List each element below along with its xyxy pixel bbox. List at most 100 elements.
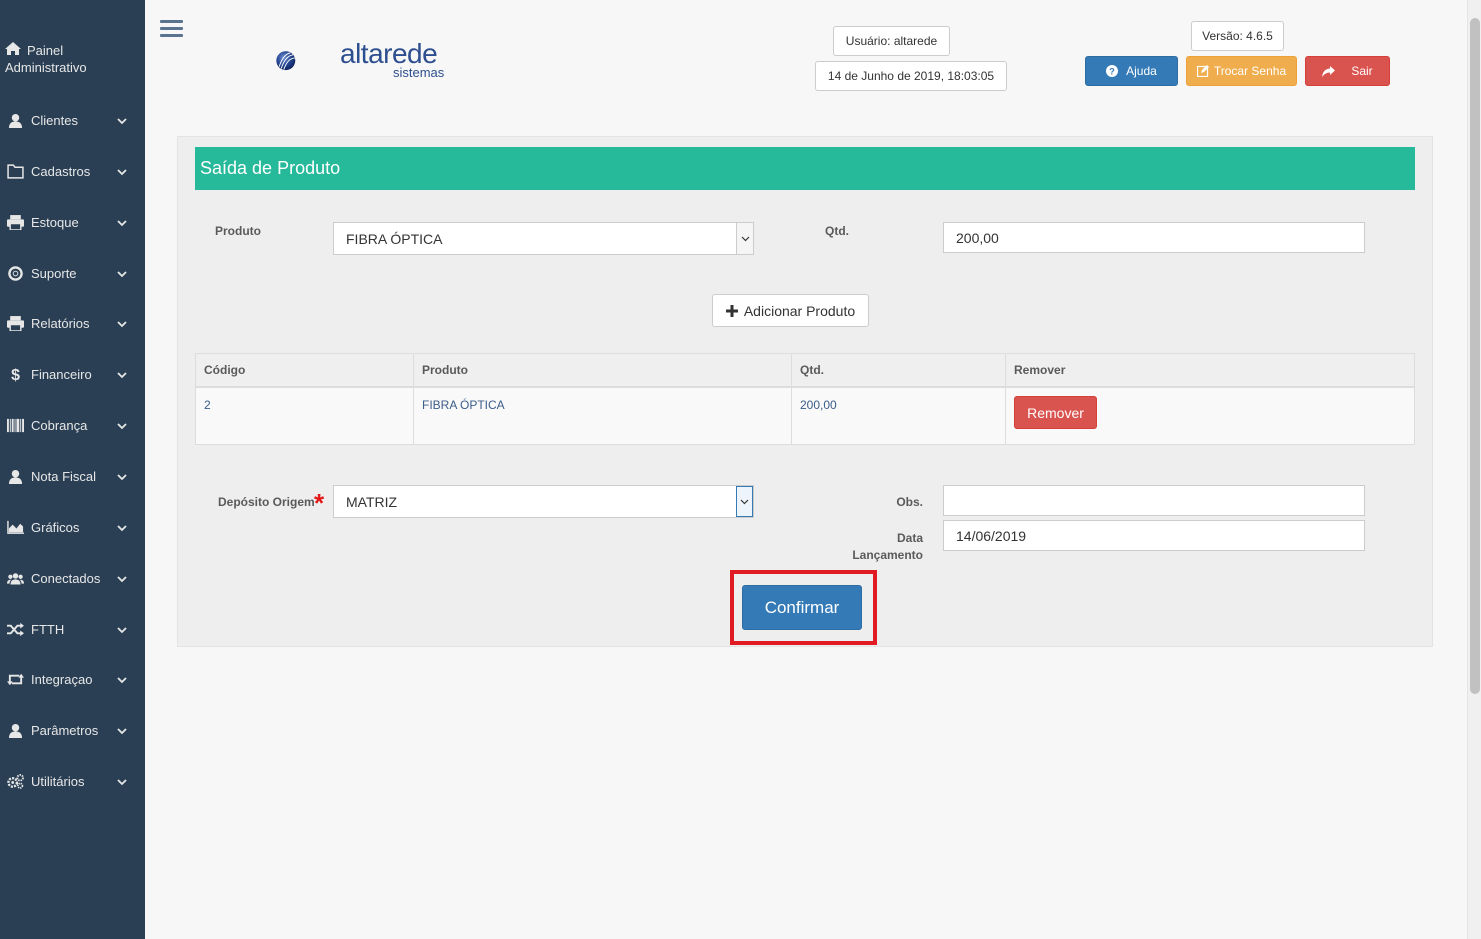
chevron-down-icon — [117, 367, 127, 382]
chevron-down-icon — [117, 520, 127, 535]
add-product-label: Adicionar Produto — [743, 302, 856, 319]
sidebar-item-label: Cobrança — [31, 417, 88, 433]
logo-text: altarede — [340, 38, 438, 69]
confirm-button[interactable]: Confirmar — [742, 585, 862, 630]
deposit-select[interactable]: MATRIZ — [333, 485, 754, 518]
sidebar-item-label: Financeiro — [31, 366, 92, 382]
svg-text:$: $ — [11, 367, 20, 382]
product-select-value: FIBRA ÓPTICA — [346, 230, 443, 247]
table-row: 2 FIBRA ÓPTICA 200,00 Remover — [196, 388, 1414, 444]
sidebar-item-financeiro[interactable]: $ Financeiro — [0, 359, 145, 389]
logout-button[interactable]: Sair — [1305, 56, 1390, 86]
scrollbar-thumb[interactable] — [1470, 18, 1480, 694]
chevron-down-icon — [117, 266, 127, 281]
user-icon — [5, 469, 25, 484]
sidebar-item-parametros[interactable]: Parâmetros — [0, 715, 145, 745]
chevron-down-icon — [117, 672, 127, 687]
date-label-line-2: Lançamento — [852, 548, 923, 562]
sidebar-item-suporte[interactable]: Suporte — [0, 258, 145, 288]
cell-codigo: 2 — [196, 388, 414, 444]
sidebar-item-clientes[interactable]: Clientes — [0, 105, 145, 135]
cell-produto: FIBRA ÓPTICA — [414, 388, 792, 444]
chevron-down-icon — [117, 215, 127, 230]
obs-input[interactable] — [943, 485, 1365, 516]
chevron-down-icon — [736, 223, 753, 254]
sidebar-item-relatorios[interactable]: Relatórios — [0, 308, 145, 338]
sidebar-item-label: Parâmetros — [31, 722, 99, 738]
sidebar-item-cobranca[interactable]: Cobrança — [0, 410, 145, 440]
chevron-down-icon — [736, 486, 753, 517]
sidebar-item-cadastros[interactable]: Cadastros — [0, 156, 145, 186]
chevron-down-icon — [117, 113, 127, 128]
help-button[interactable]: ? Ajuda — [1085, 56, 1178, 86]
retweet-icon — [5, 672, 25, 687]
user-icon — [5, 113, 25, 128]
chevron-down-icon — [117, 418, 127, 433]
sidebar-item-label: Suporte — [31, 265, 77, 281]
col-header-remover: Remover — [1014, 363, 1066, 377]
change-password-button[interactable]: Trocar Senha — [1186, 56, 1297, 86]
brand-line-1: Painel — [27, 43, 64, 58]
sidebar-item-conectados[interactable]: Conectados — [0, 563, 145, 593]
edit-icon — [1196, 65, 1209, 77]
user-badge: Usuário: altarede — [833, 26, 950, 56]
brand-line-2: Administrativo — [5, 60, 87, 75]
sidebar: Painel Administrativo Clientes Cadastros E… — [0, 0, 145, 939]
chevron-down-icon — [117, 774, 127, 789]
cogs-icon — [5, 773, 25, 789]
col-header-qtd: Qtd. — [792, 354, 1006, 386]
qty-input[interactable]: 200,00 — [943, 222, 1365, 253]
sidebar-item-label: Gráficos — [31, 519, 80, 535]
logo-subtitle: sistemas — [393, 65, 445, 80]
product-label: Produto — [215, 224, 261, 238]
print-icon — [5, 315, 25, 331]
remove-button[interactable]: Remover — [1014, 396, 1097, 429]
sidebar-item-ftth[interactable]: FTTH — [0, 614, 145, 644]
user-icon — [5, 723, 25, 738]
chevron-down-icon — [117, 622, 127, 637]
logo-icon — [276, 51, 296, 71]
plus-icon — [725, 304, 738, 317]
chevron-down-icon — [117, 571, 127, 586]
sidebar-item-label: Integraçao — [31, 671, 93, 687]
scrollbar[interactable] — [1467, 0, 1481, 939]
date-input[interactable]: 14/06/2019 — [943, 520, 1365, 551]
product-select[interactable]: FIBRA ÓPTICA — [333, 222, 754, 255]
qty-label: Qtd. — [825, 224, 849, 238]
chevron-down-icon — [117, 469, 127, 484]
sidebar-item-utilitarios[interactable]: Utilitários — [0, 766, 145, 796]
date-label-line-1: Data — [896, 531, 923, 545]
random-icon — [5, 622, 25, 637]
sidebar-item-estoque[interactable]: Estoque — [0, 207, 145, 237]
sidebar-item-label: Nota Fiscal — [31, 468, 97, 484]
table-header: Código Produto Qtd. Remover — [196, 354, 1414, 388]
share-icon — [1322, 65, 1336, 77]
home-icon — [5, 42, 23, 59]
cell-qtd: 200,00 — [792, 388, 1006, 444]
sidebar-item-label: Estoque — [31, 214, 79, 230]
question-circle-icon: ? — [1106, 65, 1119, 77]
required-asterisk-icon: * — [314, 488, 325, 518]
barcode-icon — [5, 418, 25, 433]
sidebar-item-graficos[interactable]: Gráficos — [0, 512, 145, 542]
deposit-label: Depósito Origem — [218, 495, 315, 509]
logout-label: Sair — [1351, 64, 1373, 78]
sidebar-item-nota-fiscal[interactable]: Nota Fiscal — [0, 461, 145, 491]
sidebar-item-integracao[interactable]: Integraçao — [0, 664, 145, 694]
col-header-produto: Produto — [414, 354, 792, 386]
sidebar-brand[interactable]: Painel Administrativo — [5, 42, 87, 76]
sidebar-item-label: Cadastros — [31, 163, 91, 179]
help-label: Ajuda — [1126, 64, 1157, 78]
add-product-button[interactable]: Adicionar Produto — [712, 294, 869, 327]
version-badge: Versão: 4.6.5 — [1191, 21, 1284, 51]
chevron-down-icon — [117, 316, 127, 331]
print-icon — [5, 214, 25, 230]
area-chart-icon — [5, 520, 25, 535]
menu-toggle-icon[interactable] — [160, 20, 183, 39]
obs-label: Obs. — [896, 495, 923, 509]
sidebar-item-label: Utilitários — [31, 773, 85, 789]
datetime-badge: 14 de Junho de 2019, 18:03:05 — [815, 61, 1007, 91]
deposit-select-value: MATRIZ — [346, 493, 398, 510]
chevron-down-icon — [117, 723, 127, 738]
col-header-codigo: Código — [196, 354, 414, 386]
